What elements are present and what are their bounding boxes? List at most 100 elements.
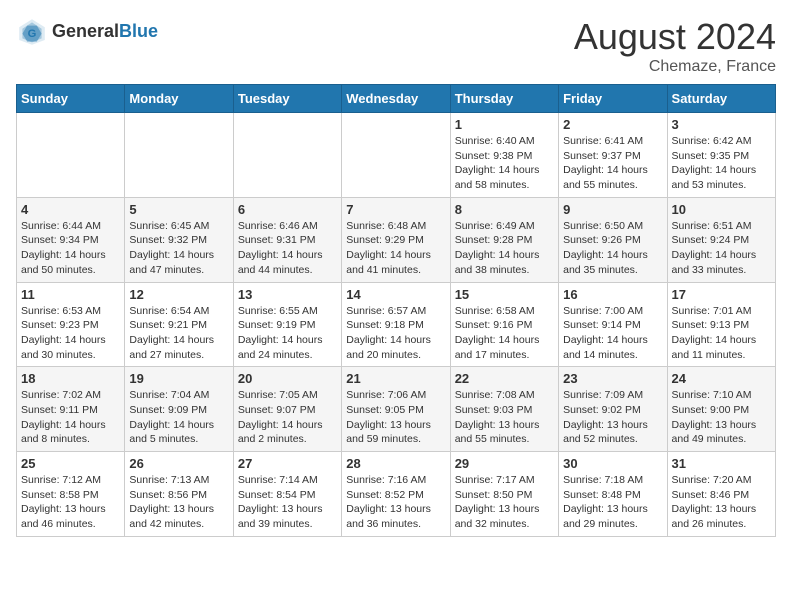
calendar-cell: 11 Sunrise: 6:53 AMSunset: 9:23 PMDayligh… bbox=[17, 282, 125, 367]
day-info: Sunrise: 7:02 AMSunset: 9:11 PMDaylight:… bbox=[21, 389, 106, 445]
calendar-cell: 24 Sunrise: 7:10 AMSunset: 9:00 PMDayligh… bbox=[667, 367, 775, 452]
day-info: Sunrise: 7:17 AMSunset: 8:50 PMDaylight:… bbox=[455, 474, 540, 530]
day-info: Sunrise: 6:51 AMSunset: 9:24 PMDaylight:… bbox=[672, 220, 757, 276]
page-header: G GeneralBlue August 2024 Chemaze, Franc… bbox=[16, 16, 776, 76]
calendar-cell: 4Sunrise: 6:44 AMSunset: 9:34 PMDaylight… bbox=[17, 197, 125, 282]
day-number: 8 bbox=[455, 202, 554, 217]
day-info: Sunrise: 6:57 AMSunset: 9:18 PMDaylight:… bbox=[346, 305, 431, 361]
calendar-cell: 31Sunrise: 7:20 AMSunset: 8:46 PMDayligh… bbox=[667, 452, 775, 537]
day-number: 2 bbox=[563, 117, 662, 132]
logo-blue: Blue bbox=[119, 21, 158, 41]
calendar-cell bbox=[125, 113, 233, 198]
day-info: Sunrise: 7:09 AMSunset: 9:02 PMDaylight:… bbox=[563, 389, 648, 445]
day-info: Sunrise: 7:08 AMSunset: 9:03 PMDaylight:… bbox=[455, 389, 540, 445]
calendar-cell: 27Sunrise: 7:14 AMSunset: 8:54 PMDayligh… bbox=[233, 452, 341, 537]
day-info: Sunrise: 7:06 AMSunset: 9:05 PMDaylight:… bbox=[346, 389, 431, 445]
logo: G GeneralBlue bbox=[16, 16, 158, 48]
calendar-cell: 8 Sunrise: 6:49 AMSunset: 9:28 PMDaylight… bbox=[450, 197, 558, 282]
calendar-cell: 19Sunrise: 7:04 AMSunset: 9:09 PMDayligh… bbox=[125, 367, 233, 452]
day-number: 1 bbox=[455, 117, 554, 132]
calendar-cell: 25Sunrise: 7:12 AMSunset: 8:58 PMDayligh… bbox=[17, 452, 125, 537]
calendar-cell: 5Sunrise: 6:45 AMSunset: 9:32 PMDaylight… bbox=[125, 197, 233, 282]
day-number: 24 bbox=[672, 371, 771, 386]
day-number: 18 bbox=[21, 371, 120, 386]
day-number: 21 bbox=[346, 371, 445, 386]
calendar-cell bbox=[342, 113, 450, 198]
day-number: 25 bbox=[21, 456, 120, 471]
day-info: Sunrise: 7:14 AMSunset: 8:54 PMDaylight:… bbox=[238, 474, 323, 530]
day-number: 3 bbox=[672, 117, 771, 132]
calendar-cell: 18 Sunrise: 7:02 AMSunset: 9:11 PMDayligh… bbox=[17, 367, 125, 452]
day-info: Sunrise: 7:10 AMSunset: 9:00 PMDaylight:… bbox=[672, 389, 757, 445]
weekday-header: Sunday bbox=[17, 85, 125, 113]
calendar-cell: 28 Sunrise: 7:16 AMSunset: 8:52 PMDayligh… bbox=[342, 452, 450, 537]
month-year: August 2024 bbox=[574, 16, 776, 58]
calendar-cell: 1 Sunrise: 6:40 AMSunset: 9:38 PMDaylight… bbox=[450, 113, 558, 198]
day-info: Sunrise: 6:46 AMSunset: 9:31 PMDaylight:… bbox=[238, 220, 323, 276]
day-info: Sunrise: 6:42 AMSunset: 9:35 PMDaylight:… bbox=[672, 135, 757, 191]
calendar-cell: 2 Sunrise: 6:41 AMSunset: 9:37 PMDaylight… bbox=[559, 113, 667, 198]
calendar-week-row: 4Sunrise: 6:44 AMSunset: 9:34 PMDaylight… bbox=[17, 197, 776, 282]
weekday-header: Tuesday bbox=[233, 85, 341, 113]
calendar-cell: 22 Sunrise: 7:08 AMSunset: 9:03 PMDayligh… bbox=[450, 367, 558, 452]
day-info: Sunrise: 7:01 AMSunset: 9:13 PMDaylight:… bbox=[672, 305, 757, 361]
logo-general: General bbox=[52, 21, 119, 41]
calendar-cell: 29 Sunrise: 7:17 AMSunset: 8:50 PMDayligh… bbox=[450, 452, 558, 537]
weekday-header: Friday bbox=[559, 85, 667, 113]
calendar-cell: 7 Sunrise: 6:48 AMSunset: 9:29 PMDaylight… bbox=[342, 197, 450, 282]
day-number: 30 bbox=[563, 456, 662, 471]
calendar-cell: 9 Sunrise: 6:50 AMSunset: 9:26 PMDaylight… bbox=[559, 197, 667, 282]
day-info: Sunrise: 6:50 AMSunset: 9:26 PMDaylight:… bbox=[563, 220, 648, 276]
day-number: 22 bbox=[455, 371, 554, 386]
calendar-cell: 26Sunrise: 7:13 AMSunset: 8:56 PMDayligh… bbox=[125, 452, 233, 537]
day-info: Sunrise: 7:18 AMSunset: 8:48 PMDaylight:… bbox=[563, 474, 648, 530]
day-number: 11 bbox=[21, 287, 120, 302]
day-info: Sunrise: 7:16 AMSunset: 8:52 PMDaylight:… bbox=[346, 474, 431, 530]
day-number: 29 bbox=[455, 456, 554, 471]
calendar-cell: 23Sunrise: 7:09 AMSunset: 9:02 PMDayligh… bbox=[559, 367, 667, 452]
weekday-header: Wednesday bbox=[342, 85, 450, 113]
day-number: 9 bbox=[563, 202, 662, 217]
calendar-cell: 6 Sunrise: 6:46 AMSunset: 9:31 PMDaylight… bbox=[233, 197, 341, 282]
day-number: 6 bbox=[238, 202, 337, 217]
day-number: 15 bbox=[455, 287, 554, 302]
day-info: Sunrise: 6:58 AMSunset: 9:16 PMDaylight:… bbox=[455, 305, 540, 361]
calendar-cell: 13Sunrise: 6:55 AMSunset: 9:19 PMDayligh… bbox=[233, 282, 341, 367]
weekday-header: Monday bbox=[125, 85, 233, 113]
calendar-cell: 30 Sunrise: 7:18 AMSunset: 8:48 PMDayligh… bbox=[559, 452, 667, 537]
calendar-cell: 12 Sunrise: 6:54 AMSunset: 9:21 PMDayligh… bbox=[125, 282, 233, 367]
day-number: 5 bbox=[129, 202, 228, 217]
day-info: Sunrise: 6:48 AMSunset: 9:29 PMDaylight:… bbox=[346, 220, 431, 276]
calendar-cell: 17 Sunrise: 7:01 AMSunset: 9:13 PMDayligh… bbox=[667, 282, 775, 367]
calendar-week-row: 1 Sunrise: 6:40 AMSunset: 9:38 PMDaylight… bbox=[17, 113, 776, 198]
day-info: Sunrise: 6:54 AMSunset: 9:21 PMDaylight:… bbox=[129, 305, 214, 361]
day-info: Sunrise: 6:53 AMSunset: 9:23 PMDaylight:… bbox=[21, 305, 106, 361]
day-number: 12 bbox=[129, 287, 228, 302]
logo-text-block: GeneralBlue bbox=[52, 22, 158, 42]
calendar-cell: 20 Sunrise: 7:05 AMSunset: 9:07 PMDayligh… bbox=[233, 367, 341, 452]
day-number: 17 bbox=[672, 287, 771, 302]
calendar-table: SundayMondayTuesdayWednesdayThursdayFrid… bbox=[16, 84, 776, 537]
calendar-cell: 3 Sunrise: 6:42 AMSunset: 9:35 PMDaylight… bbox=[667, 113, 775, 198]
day-info: Sunrise: 7:20 AMSunset: 8:46 PMDaylight:… bbox=[672, 474, 757, 530]
location: Chemaze, France bbox=[574, 58, 776, 76]
day-info: Sunrise: 6:49 AMSunset: 9:28 PMDaylight:… bbox=[455, 220, 540, 276]
weekday-header-row: SundayMondayTuesdayWednesdayThursdayFrid… bbox=[17, 85, 776, 113]
day-number: 14 bbox=[346, 287, 445, 302]
calendar-cell: 15 Sunrise: 6:58 AMSunset: 9:16 PMDayligh… bbox=[450, 282, 558, 367]
calendar-cell: 14 Sunrise: 6:57 AMSunset: 9:18 PMDayligh… bbox=[342, 282, 450, 367]
day-number: 28 bbox=[346, 456, 445, 471]
weekday-header: Thursday bbox=[450, 85, 558, 113]
day-info: Sunrise: 7:00 AMSunset: 9:14 PMDaylight:… bbox=[563, 305, 648, 361]
day-info: Sunrise: 7:05 AMSunset: 9:07 PMDaylight:… bbox=[238, 389, 323, 445]
day-number: 13 bbox=[238, 287, 337, 302]
calendar-cell: 10Sunrise: 6:51 AMSunset: 9:24 PMDayligh… bbox=[667, 197, 775, 282]
calendar-cell bbox=[233, 113, 341, 198]
day-info: Sunrise: 6:41 AMSunset: 9:37 PMDaylight:… bbox=[563, 135, 648, 191]
day-number: 7 bbox=[346, 202, 445, 217]
day-info: Sunrise: 6:40 AMSunset: 9:38 PMDaylight:… bbox=[455, 135, 540, 191]
day-number: 20 bbox=[238, 371, 337, 386]
calendar-cell: 16Sunrise: 7:00 AMSunset: 9:14 PMDayligh… bbox=[559, 282, 667, 367]
calendar-cell: 21 Sunrise: 7:06 AMSunset: 9:05 PMDayligh… bbox=[342, 367, 450, 452]
svg-text:G: G bbox=[28, 28, 37, 40]
